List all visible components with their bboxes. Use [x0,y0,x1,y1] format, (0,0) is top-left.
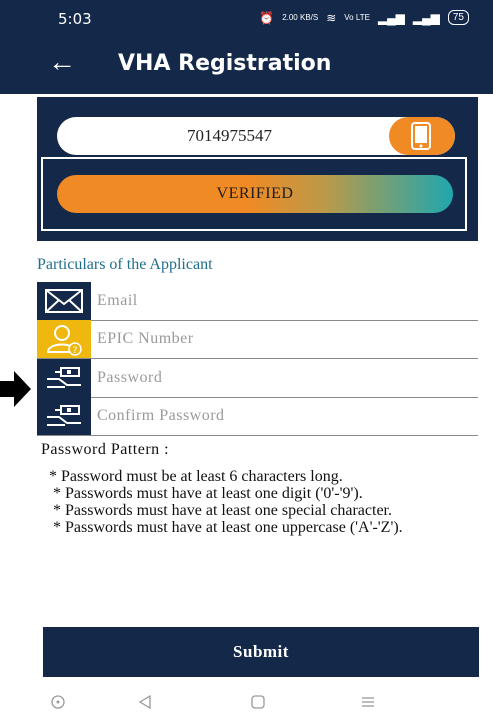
email-field[interactable] [97,282,467,320]
status-time: 5:03 [58,10,92,28]
pointer-arrow-icon [0,371,31,407]
envelope-icon [45,289,83,313]
epic-row: ? [37,320,478,359]
hand-key-icon [47,405,81,426]
password-icon-box [37,359,91,397]
app-bar: ← VHA Registration [0,36,493,94]
signal-icon: ▂▄▆ [377,10,405,25]
back-nav-icon[interactable] [137,694,153,710]
confirm-password-icon-box [37,397,91,435]
page-title: VHA Registration [118,51,332,76]
menu-nav-icon[interactable] [360,694,376,710]
phone-icon-button[interactable] [389,117,455,155]
status-bar: 5:03 ⏰ 2.00 KB/S ≋ Vo LTE ▂▄▆ ▂▄▆ 75 [0,0,493,36]
svg-text:?: ? [73,346,78,356]
password-pattern-title: Password Pattern : [41,441,170,458]
confirm-password-row [37,397,478,436]
epic-icon-box: ? [37,320,91,358]
verified-highlight: VERIFIED [41,157,467,231]
password-rule: * Passwords must have at least one speci… [53,502,392,519]
wifi-icon: ≋ [326,10,337,25]
password-rule: * Password must be at least 6 characters… [49,468,343,485]
password-field[interactable] [97,359,467,397]
system-nav-bar [0,690,493,716]
user-info-icon: ? [46,325,82,356]
verification-panel: 7014975547 VERIFIED [37,97,478,241]
signal-icon-2: ▂▄▆ [412,10,440,25]
volte-label: Vo LTE [344,13,370,22]
hand-key-icon [47,367,81,388]
verified-button[interactable]: VERIFIED [57,175,453,213]
email-icon-box [37,282,91,320]
back-arrow-icon[interactable]: ← [48,46,76,78]
epic-number-field[interactable] [97,320,467,358]
password-rule: * Passwords must have at least one upper… [53,519,403,536]
alarm-icon: ⏰ [259,10,275,25]
password-rule: * Passwords must have at least one digit… [53,485,363,502]
status-icons: ⏰ 2.00 KB/S ≋ Vo LTE ▂▄▆ ▂▄▆ 75 [259,10,469,25]
password-rules: * Password must be at least 6 characters… [41,468,481,536]
submit-button[interactable]: Submit [43,627,479,677]
phone-field[interactable]: 7014975547 [57,117,455,155]
network-speed: 2.00 KB/S [282,13,319,22]
confirm-password-field[interactable] [97,397,467,435]
mobile-phone-icon [411,122,431,150]
battery-icon: 75 [447,10,469,25]
section-title: Particulars of the Applicant [37,256,213,273]
assistant-icon[interactable] [50,694,66,710]
email-row [37,282,478,321]
password-row [37,359,478,398]
phone-number: 7014975547 [187,126,272,145]
home-nav-icon[interactable] [250,694,266,710]
